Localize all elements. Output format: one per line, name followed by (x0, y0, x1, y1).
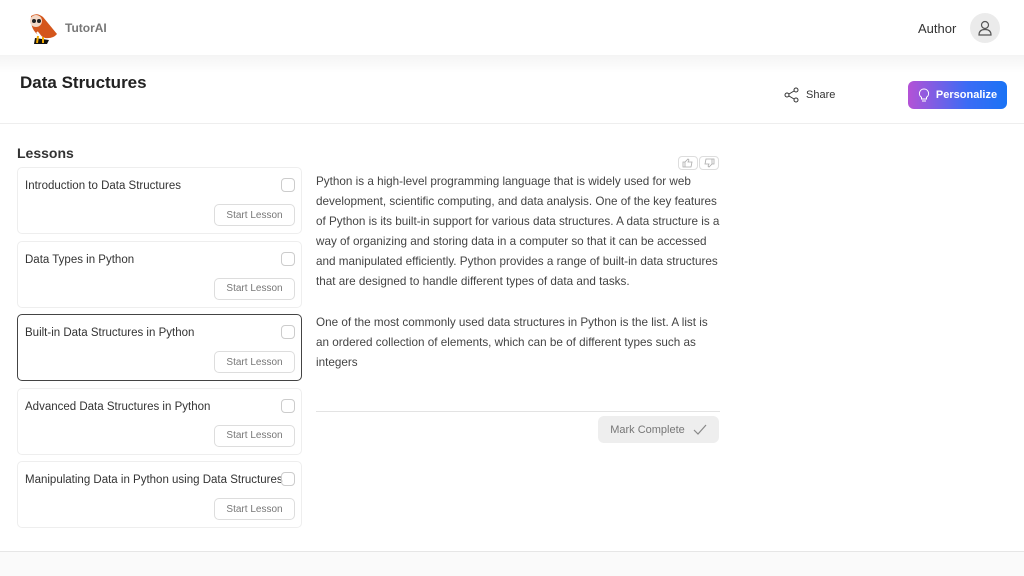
lesson-complete-checkbox[interactable] (281, 251, 295, 266)
lesson-content: Python is a high-level programming langu… (316, 172, 722, 394)
avatar[interactable] (970, 13, 1000, 43)
lightbulb-icon (918, 88, 929, 102)
share-icon (784, 87, 799, 103)
lesson-complete-checkbox[interactable] (281, 398, 295, 413)
divider (316, 411, 720, 412)
user-icon (978, 20, 992, 36)
mark-complete-button[interactable]: Mark Complete (598, 416, 719, 443)
lesson-item[interactable]: Introduction to Data Structures Start Le… (17, 167, 302, 234)
thumbs-up-icon (682, 158, 693, 168)
check-icon (693, 424, 707, 435)
content-paragraph: Python is a high-level programming langu… (316, 175, 720, 288)
start-lesson-button[interactable]: Start Lesson (214, 204, 295, 226)
lesson-name: Built-in Data Structures in Python (25, 327, 195, 339)
course-card: Data Structures Share Personalize Lesson… (0, 72, 1024, 552)
lesson-complete-checkbox[interactable] (281, 472, 295, 486)
content-paragraph: One of the most commonly used data struc… (316, 316, 708, 369)
thumbs-down-button[interactable] (699, 156, 719, 170)
lessons-heading: Lessons (17, 145, 74, 161)
lesson-item[interactable]: Advanced Data Structures in Python Start… (17, 387, 302, 455)
start-lesson-button[interactable]: Start Lesson (214, 351, 295, 373)
start-lesson-button[interactable]: Start Lesson (214, 424, 295, 447)
course-header: Data Structures Share Personalize (0, 72, 1024, 124)
share-button[interactable]: Share (784, 87, 835, 103)
user-name[interactable]: Author (918, 21, 956, 36)
header-shadow (0, 55, 1024, 73)
lesson-item[interactable]: Built-in Data Structures in Python Start… (17, 314, 302, 381)
thumbs-down-icon (704, 158, 715, 168)
lesson-item[interactable]: Data Types in Python Start Lesson (17, 240, 302, 308)
lesson-complete-checkbox[interactable] (281, 325, 295, 339)
lesson-name: Manipulating Data in Python using Data S… (25, 474, 283, 486)
lesson-name: Data Types in Python (25, 253, 135, 266)
brand-name: TutorAI (65, 21, 107, 35)
thumbs-up-button[interactable] (678, 156, 698, 170)
lesson-complete-checkbox[interactable] (281, 178, 295, 192)
share-label: Share (806, 89, 836, 101)
lesson-name: Introduction to Data Structures (25, 180, 181, 192)
personalize-label: Personalize (935, 89, 998, 101)
lesson-item[interactable]: Manipulating Data in Python using Data S… (17, 461, 302, 528)
owl-logo-icon (30, 14, 57, 44)
lesson-name: Advanced Data Structures in Python (25, 400, 211, 413)
start-lesson-button[interactable]: Start Lesson (214, 498, 295, 520)
personalize-button[interactable]: Personalize (908, 81, 1007, 109)
start-lesson-button[interactable]: Start Lesson (214, 277, 295, 300)
page-title: Data Structures (20, 73, 147, 92)
top-bar: TutorAI Author (0, 0, 1024, 55)
mark-complete-label: Mark Complete (610, 423, 685, 436)
